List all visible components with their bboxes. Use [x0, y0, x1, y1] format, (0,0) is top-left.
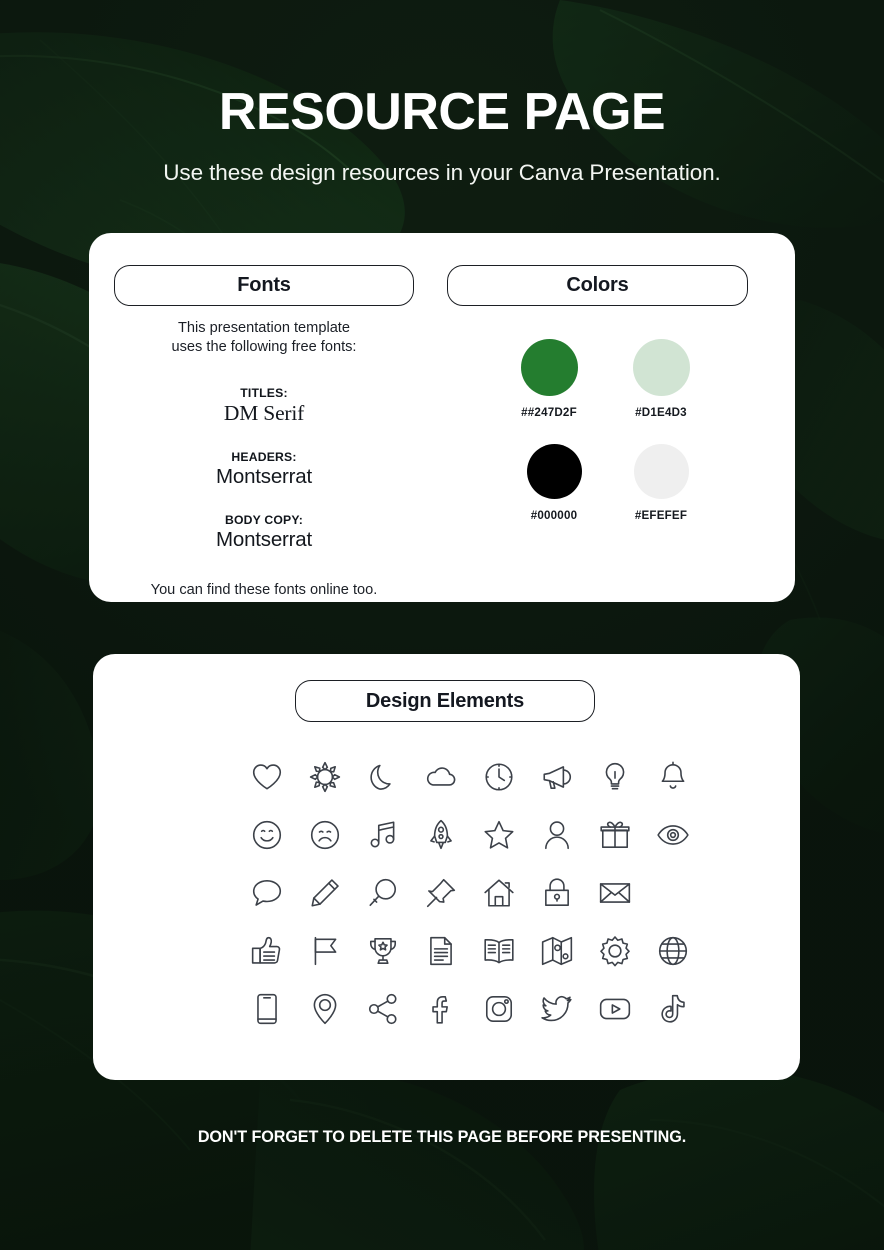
design-elements-heading-pill[interactable]: Design Elements: [295, 680, 595, 722]
music-note-icon[interactable]: [354, 806, 412, 864]
speech-bubble-icon[interactable]: [238, 864, 296, 922]
gear-icon[interactable]: [586, 922, 644, 980]
magnifier-icon[interactable]: [354, 864, 412, 922]
design-elements-icon-grid: [238, 748, 689, 1038]
font-group-titles: TITLES: DM Serif: [114, 386, 414, 426]
icon-row-5: [238, 980, 685, 1038]
rocket-icon[interactable]: [412, 806, 470, 864]
swatch-circle: [520, 339, 578, 396]
page-subtitle: Use these design resources in your Canva…: [163, 159, 721, 185]
fonts-and-colors-card: Fonts Colors This presentation template …: [89, 233, 795, 602]
sad-face-icon[interactable]: [296, 806, 354, 864]
flag-icon[interactable]: [296, 922, 354, 980]
bell-icon[interactable]: [644, 748, 702, 806]
page-title: RESOURCE PAGE: [218, 83, 666, 141]
font-group-headers: HEADERS: Montserrat: [114, 450, 414, 489]
icon-row-2: [238, 806, 689, 864]
fonts-outro: You can find these fonts online too.: [150, 581, 378, 598]
heart-icon[interactable]: [238, 748, 296, 806]
smiley-face-icon[interactable]: [238, 806, 296, 864]
font-name-headers: Montserrat: [216, 464, 312, 488]
color-swatch-black[interactable]: #000000: [494, 444, 614, 522]
youtube-icon[interactable]: [586, 980, 644, 1038]
lightbulb-icon[interactable]: [586, 748, 644, 806]
facebook-icon[interactable]: [412, 980, 470, 1038]
colors-heading-pill[interactable]: Colors: [447, 265, 748, 306]
color-swatch-light-green[interactable]: #D1E4D3: [601, 339, 721, 419]
swatch-circle: [632, 339, 690, 396]
lock-icon[interactable]: [528, 864, 586, 922]
fonts-intro-line-2: uses the following free fonts:: [171, 339, 357, 356]
font-name-titles: DM Serif: [223, 400, 305, 425]
fonts-heading-pill[interactable]: Fonts: [114, 265, 414, 306]
delete-page-note: DON'T FORGET TO DELETE THIS PAGE BEFORE …: [197, 1128, 687, 1146]
tiktok-icon[interactable]: [644, 980, 702, 1038]
color-swatch-primary-green[interactable]: ##247D2F: [489, 339, 609, 419]
font-label-headers: HEADERS:: [231, 449, 297, 464]
megaphone-icon[interactable]: [528, 748, 586, 806]
envelope-icon[interactable]: [586, 864, 644, 922]
book-icon[interactable]: [470, 922, 528, 980]
fonts-heading-label: Fonts: [237, 274, 291, 296]
cloud-icon[interactable]: [412, 748, 470, 806]
phone-icon[interactable]: [238, 980, 296, 1038]
twitter-icon[interactable]: [528, 980, 586, 1038]
trophy-icon[interactable]: [354, 922, 412, 980]
pencil-icon[interactable]: [296, 864, 354, 922]
fonts-intro-line-1: This presentation template: [178, 320, 350, 336]
fonts-column: This presentation template uses the foll…: [114, 319, 414, 598]
colors-heading-label: Colors: [566, 274, 629, 296]
eye-icon[interactable]: [644, 806, 702, 864]
icon-row-3: [238, 864, 658, 922]
font-group-body-copy: BODY COPY: Montserrat: [114, 513, 414, 552]
clock-icon[interactable]: [470, 748, 528, 806]
font-label-body-copy: BODY COPY:: [224, 512, 304, 527]
page-header: RESOURCE PAGE Use these design resources…: [0, 85, 884, 186]
person-icon[interactable]: [528, 806, 586, 864]
font-name-body-copy: Montserrat: [216, 527, 312, 551]
pushpin-icon[interactable]: [412, 864, 470, 922]
icon-row-1: [238, 748, 685, 806]
swatch-label: #D1E4D3: [635, 406, 687, 419]
swatch-label: ##247D2F: [521, 406, 577, 419]
map-icon[interactable]: [528, 922, 586, 980]
swatch-circle: [526, 444, 582, 499]
thumbs-up-icon[interactable]: [238, 922, 296, 980]
share-icon[interactable]: [354, 980, 412, 1038]
swatch-label: #EFEFEF: [634, 509, 688, 522]
house-icon[interactable]: [470, 864, 528, 922]
design-elements-card: Design Elements: [93, 654, 800, 1080]
document-icon[interactable]: [412, 922, 470, 980]
fonts-intro: This presentation template uses the foll…: [114, 319, 414, 358]
moon-icon[interactable]: [354, 748, 412, 806]
globe-icon[interactable]: [644, 922, 702, 980]
design-elements-heading-label: Design Elements: [365, 689, 525, 712]
star-icon[interactable]: [470, 806, 528, 864]
sun-icon[interactable]: [296, 748, 354, 806]
icon-row-4: [238, 922, 688, 980]
location-pin-icon[interactable]: [296, 980, 354, 1038]
gift-icon[interactable]: [586, 806, 644, 864]
font-label-titles: TITLES:: [240, 385, 288, 400]
swatch-circle: [633, 444, 689, 499]
color-swatch-light-grey[interactable]: #EFEFEF: [601, 444, 721, 522]
instagram-icon[interactable]: [470, 980, 528, 1038]
swatch-label: #000000: [530, 509, 578, 522]
